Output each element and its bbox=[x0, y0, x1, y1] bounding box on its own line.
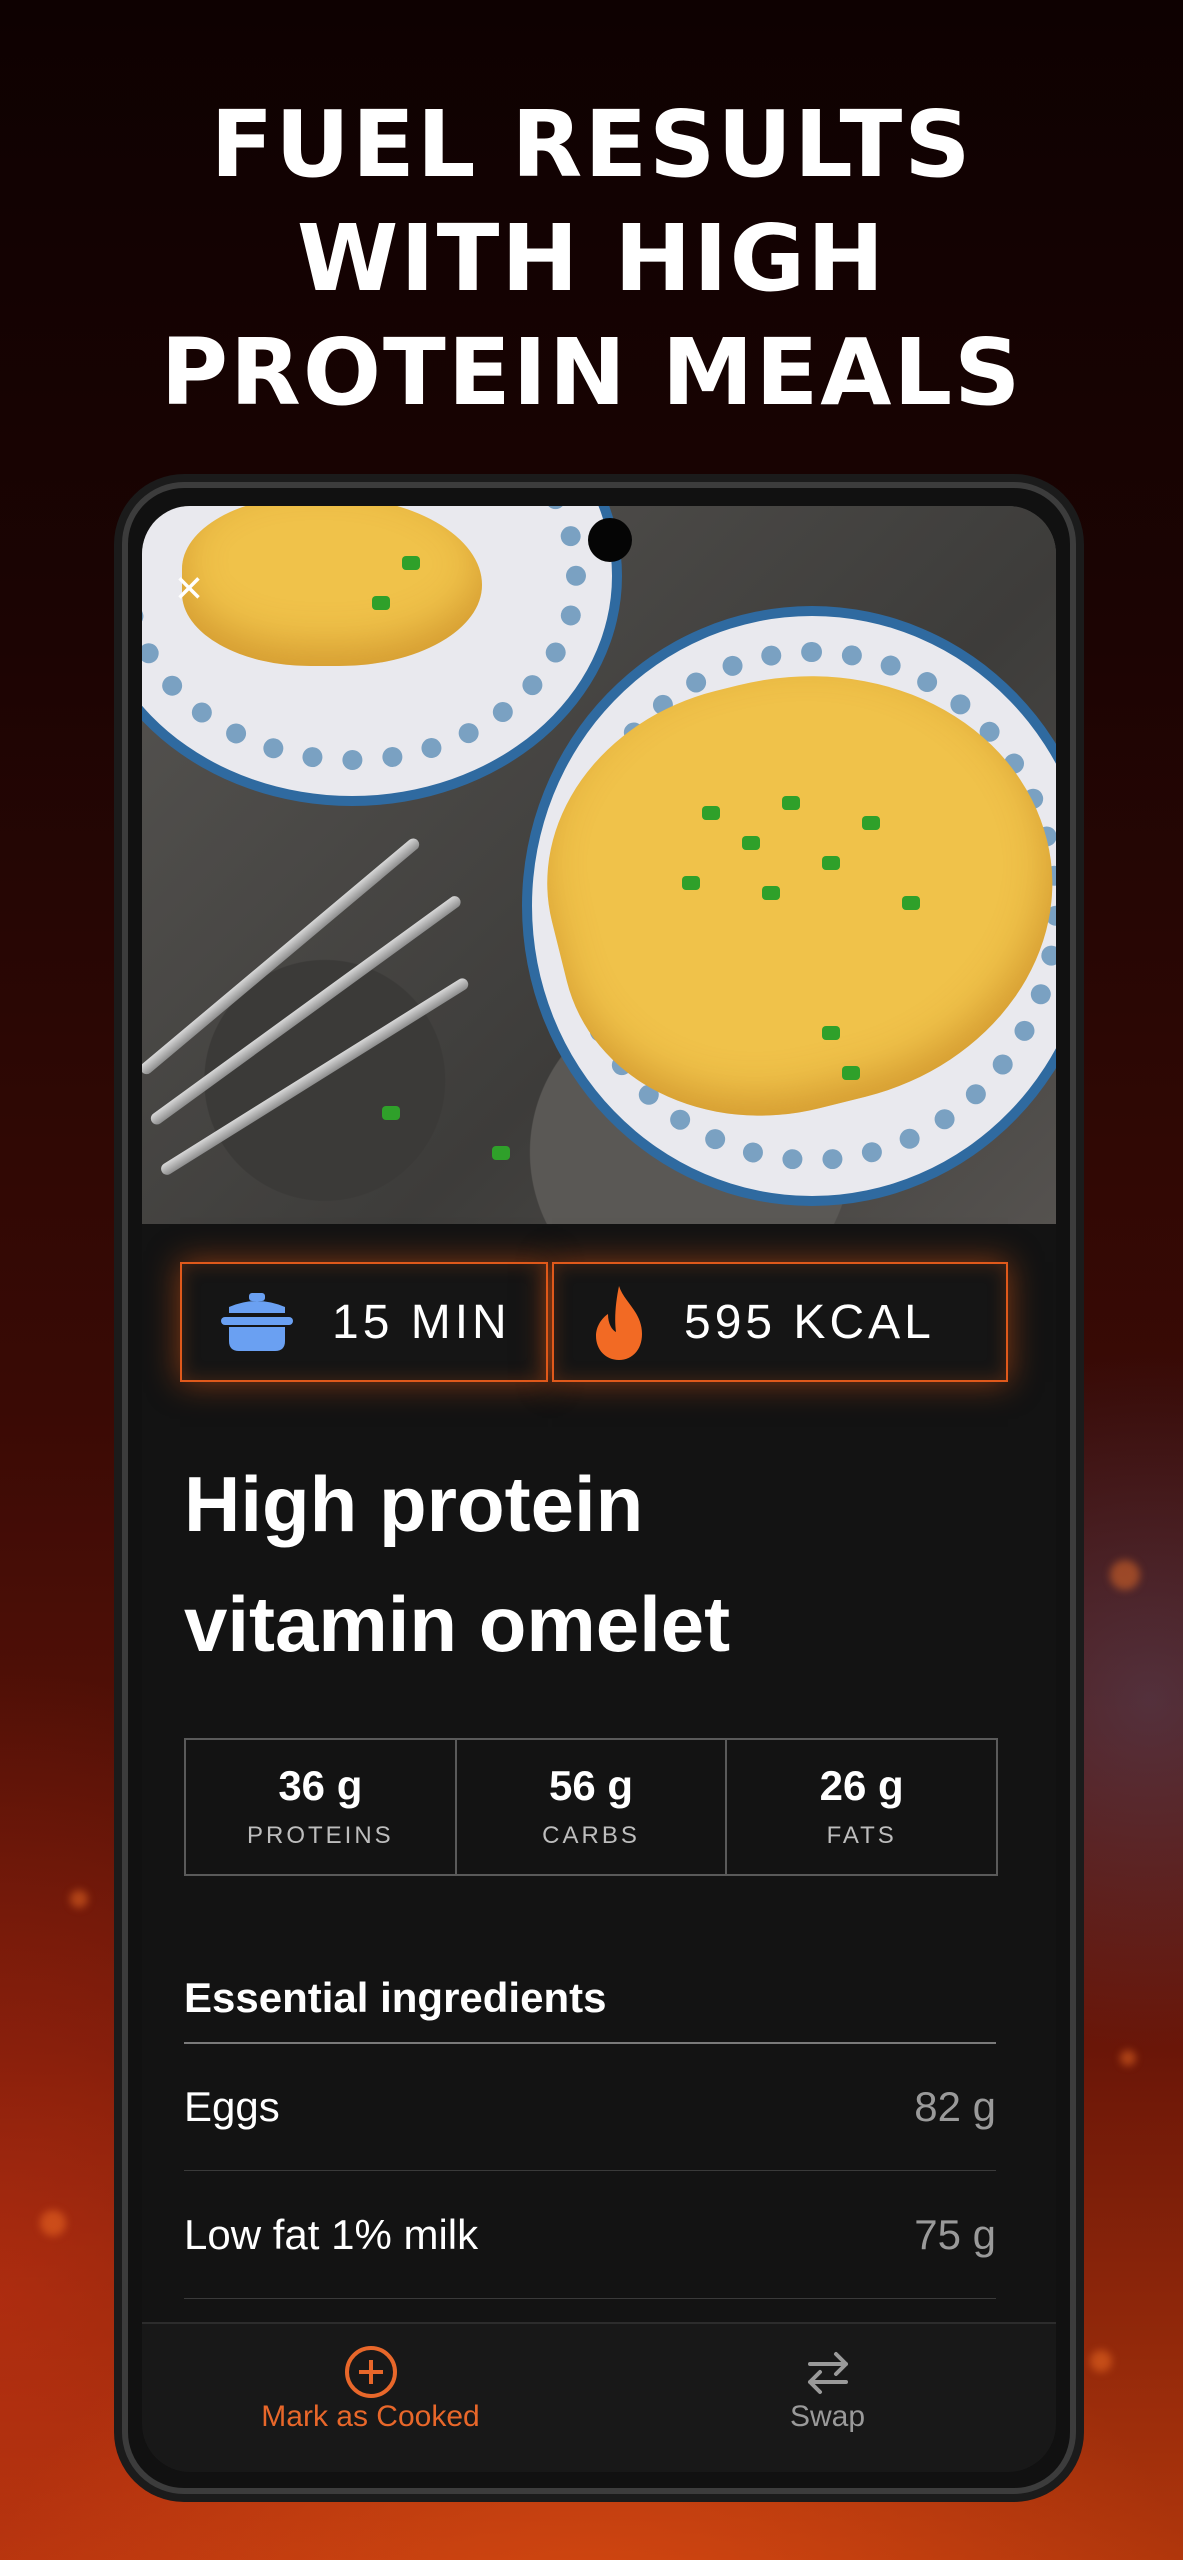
list-item: Low fat 1% milk 75 g bbox=[184, 2172, 996, 2299]
recipe-screen: × 15 MIN 595 KCAL High protein vitamin o… bbox=[142, 506, 1056, 2472]
ember bbox=[70, 1890, 88, 1908]
promo-headline: FUEL RESULTS WITH HIGH PROTEIN MEALS bbox=[0, 88, 1183, 430]
macro-label: CARBS bbox=[542, 1822, 640, 1849]
macro-value: 56 g bbox=[548, 1762, 634, 1809]
ember bbox=[1090, 2350, 1112, 2372]
ingredient-amount: 75 g bbox=[914, 2211, 996, 2258]
headline-line: PROTEIN MEALS bbox=[160, 319, 1023, 426]
macro-label: FATS bbox=[826, 1822, 897, 1849]
macro-value: 36 g bbox=[278, 1762, 363, 1809]
swap-button[interactable]: Swap bbox=[599, 2324, 1056, 2472]
ingredient-name: Eggs bbox=[184, 2083, 280, 2130]
swap-label: Swap bbox=[789, 2400, 866, 2433]
close-icon[interactable]: × bbox=[166, 565, 212, 613]
bottom-action-bar: Mark as Cooked Swap bbox=[142, 2322, 1056, 2472]
list-item: Eggs 82 g bbox=[184, 2044, 996, 2171]
flame-icon bbox=[596, 1286, 642, 1360]
plus-circle-icon bbox=[344, 2346, 397, 2398]
calories: 595 KCAL bbox=[684, 1295, 935, 1349]
ingredients-heading: Essential ingredients bbox=[184, 1974, 607, 2021]
swap-arrows-icon bbox=[807, 2352, 848, 2394]
macro-label: PROTEINS bbox=[246, 1822, 394, 1849]
ingredient-amount: 82 g bbox=[914, 2083, 996, 2130]
macro-carbs: 56 g CARBS bbox=[457, 1740, 728, 1874]
cook-time: 15 MIN bbox=[332, 1295, 511, 1349]
ember bbox=[1110, 1560, 1140, 1590]
phone-frame: × 15 MIN 595 KCAL High protein vitamin o… bbox=[122, 482, 1076, 2494]
recipe-title: High protein vitamin omelet bbox=[184, 1444, 984, 1684]
macro-fats: 26 g FATS bbox=[727, 1740, 996, 1874]
recipe-title-line: High protein bbox=[184, 1460, 644, 1548]
macros-table: 36 g PROTEINS 56 g CARBS 26 g FATS bbox=[184, 1738, 998, 1876]
ember bbox=[40, 2210, 66, 2236]
mark-as-cooked-label: Mark as Cooked bbox=[261, 2400, 480, 2433]
recipe-title-line: vitamin omelet bbox=[184, 1580, 731, 1668]
camera-cutout bbox=[588, 518, 632, 562]
macro-proteins: 36 g PROTEINS bbox=[186, 1740, 457, 1874]
ember bbox=[1120, 2050, 1136, 2066]
headline-line: FUEL RESULTS bbox=[210, 91, 973, 198]
ingredient-name: Low fat 1% milk bbox=[184, 2211, 479, 2258]
omelet bbox=[182, 506, 482, 666]
headline-line: WITH HIGH bbox=[296, 205, 887, 312]
calories-badge: 595 KCAL bbox=[552, 1262, 1008, 1382]
macro-value: 26 g bbox=[819, 1762, 904, 1809]
recipe-photo: × bbox=[142, 506, 1056, 1224]
cook-time-badge: 15 MIN bbox=[180, 1262, 548, 1382]
mark-as-cooked-button[interactable]: Mark as Cooked bbox=[142, 2324, 599, 2472]
pot-icon bbox=[221, 1293, 293, 1351]
